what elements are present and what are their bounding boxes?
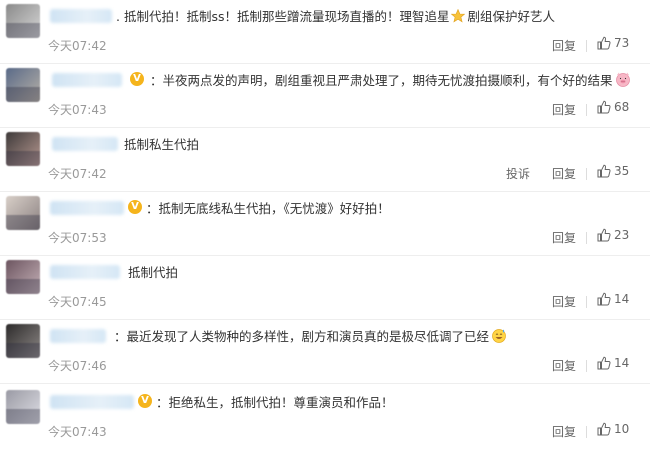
comment-text: ：抵制无底线私生代拍，《无忧渡》好好拍！ — [146, 201, 390, 216]
username-blurred[interactable] — [50, 329, 106, 343]
comment-time: 今天07:43 — [48, 425, 107, 439]
like-count: 68 — [614, 100, 630, 114]
avatar[interactable] — [6, 68, 40, 102]
comment-text: ：拒绝私生，抵制代拍！尊重演员和作品！ — [156, 395, 394, 410]
comment-item: ：最近发现了人类物种的多样性，剧方和演员真的是极尽低调了已经 今天07:46 回… — [0, 320, 650, 384]
like-button[interactable]: 73 — [597, 36, 629, 50]
divider — [586, 104, 587, 116]
like-count: 73 — [614, 36, 630, 50]
comment-time: 今天07:53 — [48, 231, 107, 245]
like-button[interactable]: 68 — [597, 100, 629, 114]
reply-button[interactable]: 回复 — [552, 357, 576, 374]
username-blurred[interactable] — [52, 137, 118, 151]
username-blurred[interactable] — [50, 265, 120, 279]
like-count: 35 — [614, 164, 630, 178]
verified-badge-icon: V — [138, 394, 152, 408]
avatar[interactable] — [6, 132, 40, 166]
thumbs-up-icon — [597, 100, 611, 114]
username-blurred[interactable] — [52, 73, 122, 87]
comment-time: 今天07:46 — [48, 359, 107, 373]
username-blurred[interactable] — [50, 201, 124, 215]
like-button[interactable]: 35 — [597, 164, 629, 178]
reply-button[interactable]: 回复 — [552, 293, 576, 310]
reply-button[interactable]: 回复 — [552, 229, 576, 246]
thumbs-up-icon — [597, 36, 611, 50]
thumbs-up-icon — [597, 164, 611, 178]
divider — [586, 168, 587, 180]
comment-time: 今天07:43 — [48, 103, 107, 117]
comment-time: 今天07:42 — [48, 167, 107, 181]
comment-text: ：半夜两点发的声明，剧组重视且严肃处理了，期待无忧渡拍摄顺利，有个好的结果 — [150, 72, 633, 92]
comment-item: 抵制代拍 今天07:45 回复 14 — [0, 256, 650, 320]
avatar[interactable] — [6, 4, 40, 38]
comment-text: ：最近发现了人类物种的多样性，剧方和演员真的是极尽低调了已经 — [114, 328, 509, 348]
comment-body: 抵制私生代拍 — [124, 137, 200, 152]
comment-item: . 抵制代拍！抵制ss！抵制那些蹭流量现场直播的！理智追星 剧组保护好艺人 今天0… — [0, 0, 650, 64]
avatar[interactable] — [6, 260, 40, 294]
comment-text: 抵制私生代拍 — [124, 136, 199, 154]
like-count: 14 — [614, 356, 630, 370]
divider — [586, 40, 587, 52]
avatar[interactable] — [6, 390, 40, 424]
verified-badge-icon: V — [130, 72, 144, 86]
like-button[interactable]: 23 — [597, 228, 629, 242]
thumbs-up-icon — [597, 356, 611, 370]
comment-list: . 抵制代拍！抵制ss！抵制那些蹭流量现场直播的！理智追星 剧组保护好艺人 今天0… — [0, 0, 650, 454]
divider — [586, 360, 587, 372]
reply-button[interactable]: 回复 — [552, 165, 576, 182]
thumbs-up-icon — [597, 228, 611, 242]
comment-body: 抵制无底线私生代拍，《无忧渡》好好拍！ — [158, 201, 390, 216]
thumbs-up-icon — [597, 422, 611, 436]
reply-button[interactable]: 回复 — [552, 101, 576, 118]
like-count: 10 — [614, 422, 630, 436]
like-count: 23 — [614, 228, 630, 242]
comment-time: 今天07:45 — [48, 295, 107, 309]
comment-item: V ：半夜两点发的声明，剧组重视且严肃处理了，期待无忧渡拍摄顺利，有个好的结果 … — [0, 64, 650, 128]
comment-item: 抵制私生代拍 今天07:42 投诉 回复 35 — [0, 128, 650, 192]
comment-item: V ：拒绝私生，抵制代拍！尊重演员和作品！ 今天07:43 回复 10 — [0, 386, 650, 450]
avatar[interactable] — [6, 196, 40, 230]
comment-body: 抵制代拍 — [128, 265, 179, 280]
comment-body: 拒绝私生，抵制代拍！尊重演员和作品！ — [168, 395, 394, 410]
comment-time: 今天07:42 — [48, 39, 107, 53]
sweat-smile-icon — [491, 328, 507, 348]
report-button[interactable]: 投诉 — [506, 165, 530, 182]
reply-button[interactable]: 回复 — [552, 37, 576, 54]
divider — [586, 232, 587, 244]
divider — [586, 426, 587, 438]
like-button[interactable]: 14 — [597, 292, 629, 306]
like-button[interactable]: 10 — [597, 422, 629, 436]
username-blurred[interactable] — [50, 9, 112, 23]
comment-text: 抵制代拍 — [128, 264, 178, 282]
divider — [586, 296, 587, 308]
comment-item: V ：抵制无底线私生代拍，《无忧渡》好好拍！ 今天07:53 回复 23 — [0, 192, 650, 256]
like-count: 14 — [614, 292, 630, 306]
username-blurred[interactable] — [50, 395, 134, 409]
avatar[interactable] — [6, 324, 40, 358]
comment-body-tail: 剧组保护好艺人 — [467, 9, 555, 24]
like-button[interactable]: 14 — [597, 356, 629, 370]
thumbs-up-icon — [597, 292, 611, 306]
pig-face-icon — [615, 72, 631, 92]
comment-body: 最近发现了人类物种的多样性，剧方和演员真的是极尽低调了已经 — [126, 329, 490, 344]
star-icon — [451, 8, 466, 28]
verified-badge-icon: V — [128, 200, 142, 214]
comment-text: . 抵制代拍！抵制ss！抵制那些蹭流量现场直播的！理智追星 剧组保护好艺人 — [116, 8, 555, 28]
reply-button[interactable]: 回复 — [552, 423, 576, 440]
comment-body: 半夜两点发的声明，剧组重视且严肃处理了，期待无忧渡拍摄顺利，有个好的结果 — [162, 73, 613, 88]
comment-body: 抵制代拍！抵制ss！抵制那些蹭流量现场直播的！理智追星 — [123, 9, 450, 24]
